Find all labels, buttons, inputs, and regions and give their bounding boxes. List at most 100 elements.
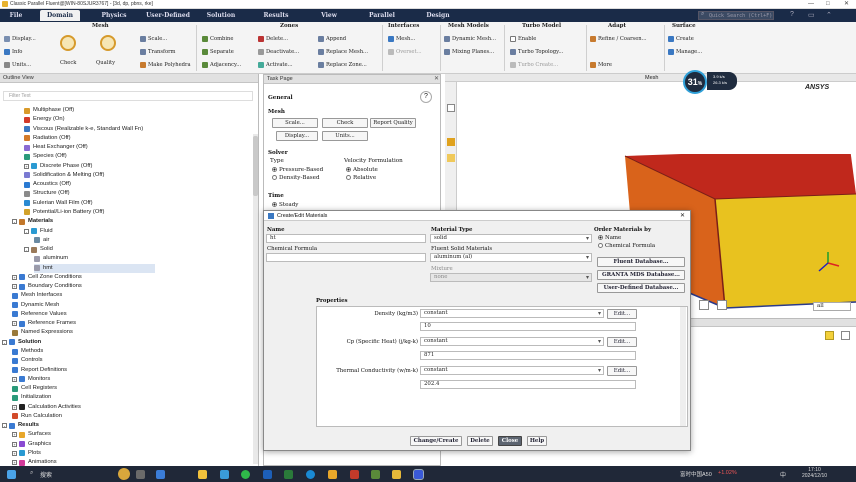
tab-physics[interactable]: Physics: [94, 10, 134, 21]
view-select[interactable]: all: [813, 302, 851, 311]
app-icon[interactable]: [263, 470, 272, 479]
maximize-button[interactable]: □: [826, 0, 830, 9]
fluent-taskbar-icon[interactable]: [413, 469, 424, 480]
tab-solution[interactable]: Solution: [200, 10, 242, 21]
surface-create-button[interactable]: Create: [668, 36, 694, 42]
mesh-units-button[interactable]: Units...: [4, 62, 31, 68]
thermal-conductivity-value-input[interactable]: 202.4: [420, 380, 636, 389]
density-based-radio[interactable]: Density-Based: [272, 175, 320, 181]
rotate-tool-icon[interactable]: [447, 138, 455, 146]
density-method-select[interactable]: constant: [420, 309, 604, 318]
tree-item[interactable]: - Materials: [12, 217, 53, 226]
windows-start-icon[interactable]: [7, 470, 16, 479]
tree-item[interactable]: - Fluid: [24, 227, 53, 236]
minimize-button[interactable]: —: [808, 0, 814, 9]
material-name-input[interactable]: ht: [266, 234, 426, 243]
input-language[interactable]: 中: [780, 470, 786, 479]
tree-item[interactable]: Radiation (Off): [24, 134, 71, 143]
close-window-button[interactable]: ✕: [844, 0, 849, 9]
widgets-icon[interactable]: [118, 468, 130, 480]
tree-item[interactable]: air: [34, 236, 49, 245]
pointer-tool-icon[interactable]: [447, 104, 455, 112]
tree-item[interactable]: Solidification & Melting (Off): [24, 171, 104, 180]
expand-icon[interactable]: +: [12, 321, 17, 327]
edge-icon[interactable]: [306, 470, 315, 479]
mixing-planes-button[interactable]: Mixing Planes...: [444, 49, 494, 55]
tree-item[interactable]: Report Definitions: [12, 366, 67, 375]
units-button[interactable]: Units...: [322, 131, 368, 141]
zones-combine-button[interactable]: Combine: [202, 36, 233, 42]
fit-tool-icon[interactable]: [447, 154, 455, 162]
turbo-topology-button[interactable]: Turbo Topology...: [510, 49, 563, 55]
absolute-radio[interactable]: Absolute: [346, 167, 378, 173]
tab-design[interactable]: Design: [418, 10, 458, 21]
interfaces-overset-button[interactable]: Overset...: [388, 49, 422, 55]
help-icon[interactable]: ?: [420, 91, 432, 103]
tree-item[interactable]: - Solid: [24, 245, 53, 254]
check-button[interactable]: Check: [322, 118, 368, 128]
scale-button[interactable]: Scale...: [272, 118, 318, 128]
granta-mds-database-button[interactable]: GRANTA MDS Database...: [597, 270, 685, 280]
app-icon[interactable]: [350, 470, 359, 479]
specific-heat-value-input[interactable]: 871: [420, 351, 636, 360]
refine-coarsen-button[interactable]: Refine / Coarsen...: [590, 36, 647, 42]
file-explorer-icon[interactable]: [198, 470, 207, 479]
report-quality-button[interactable]: Report Quality: [370, 118, 416, 128]
expand-icon[interactable]: +: [12, 441, 17, 447]
tab-domain[interactable]: Domain: [40, 10, 80, 21]
thermal-conductivity-edit-button[interactable]: Edit...: [607, 366, 637, 376]
mesh-quality-button[interactable]: Quality: [96, 60, 115, 66]
expand-icon[interactable]: +: [12, 450, 17, 456]
mesh-display-button[interactable]: Display...: [4, 36, 36, 42]
density-value-input[interactable]: 10: [420, 322, 636, 331]
surface-manage-button[interactable]: Manage...: [668, 49, 702, 55]
make-polyhedra-button[interactable]: Make Polyhedra: [140, 62, 191, 68]
layout-icon[interactable]: ▭: [808, 11, 815, 19]
zones-adjacency-button[interactable]: Adjacency...: [202, 62, 241, 68]
collapse-icon[interactable]: -: [2, 423, 7, 429]
outline-filter-input[interactable]: Filter Text: [3, 91, 253, 101]
tree-item[interactable]: + Monitors: [12, 375, 50, 384]
mesh-scale-button[interactable]: Scale...: [140, 36, 167, 42]
tab-view[interactable]: View: [312, 10, 346, 21]
display-button[interactable]: Display...: [276, 131, 318, 141]
app-icon[interactable]: [241, 470, 250, 479]
app-icon[interactable]: [220, 470, 229, 479]
tab-file[interactable]: File: [2, 10, 30, 21]
taskbar-search[interactable]: 搜索: [40, 470, 52, 479]
replace-zone-button[interactable]: Replace Zone...: [318, 62, 367, 68]
zones-append-button[interactable]: Append: [318, 36, 346, 42]
tree-item[interactable]: + Boundary Conditions: [12, 282, 82, 291]
tab-results[interactable]: Results: [256, 10, 296, 21]
tree-item[interactable]: + Surfaces: [12, 430, 51, 439]
mesh-check-button[interactable]: Check: [60, 60, 76, 66]
specific-heat-edit-button[interactable]: Edit...: [607, 337, 637, 347]
tree-item[interactable]: Energy (On): [24, 115, 65, 124]
expand-icon[interactable]: +: [12, 432, 17, 438]
tree-item[interactable]: + Discrete Phase (Off): [24, 162, 92, 171]
tree-item[interactable]: Species (Off): [24, 152, 67, 161]
expand-icon[interactable]: +: [12, 460, 17, 466]
tab-parallel[interactable]: Parallel: [360, 10, 404, 21]
tree-item[interactable]: hmt: [34, 263, 155, 273]
tree-item[interactable]: Multiphase (Off): [24, 106, 74, 115]
tree-item[interactable]: aluminum: [34, 254, 68, 263]
zones-separate-button[interactable]: Separate: [202, 49, 234, 55]
app-icon[interactable]: [328, 470, 337, 479]
mixture-select[interactable]: none: [430, 273, 592, 282]
fluent-database-button[interactable]: Fluent Database...: [597, 257, 685, 267]
outline-scrollbar[interactable]: [253, 134, 258, 464]
tree-item[interactable]: - Solution: [2, 338, 41, 347]
outline-scrollbar-thumb[interactable]: [253, 136, 258, 196]
order-by-name-radio[interactable]: Name: [598, 235, 621, 241]
tree-item[interactable]: Reference Values: [12, 310, 67, 319]
tree-item[interactable]: Structure (Off): [24, 189, 70, 198]
tab-user-defined[interactable]: User-Defined: [142, 10, 194, 21]
tree-item[interactable]: + Plots: [12, 449, 41, 458]
expand-icon[interactable]: +: [12, 284, 17, 290]
change-create-button[interactable]: Change/Create: [410, 436, 462, 446]
tree-item[interactable]: Viscous (Realizable k-e, Standard Wall F…: [24, 125, 143, 134]
density-edit-button[interactable]: Edit...: [607, 309, 637, 319]
console-settings-icon[interactable]: [841, 331, 850, 340]
fluent-solid-materials-select[interactable]: aluminum (al): [430, 253, 592, 262]
